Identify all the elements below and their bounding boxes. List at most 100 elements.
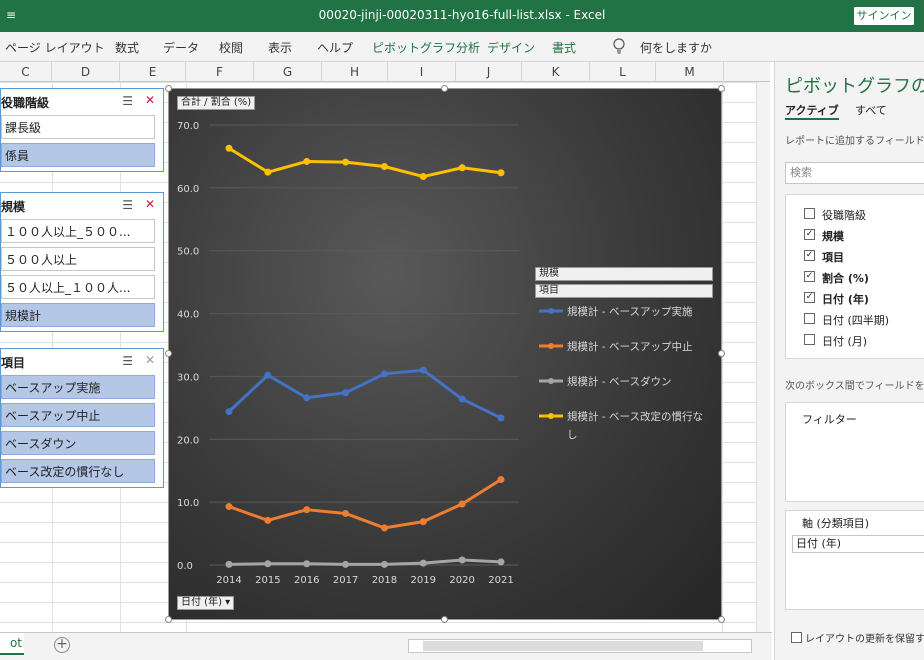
vertical-scrollbar[interactable]	[756, 82, 770, 632]
checkbox[interactable]	[804, 208, 815, 219]
column-header-l[interactable]: L	[590, 62, 656, 82]
column-header-f[interactable]: F	[186, 62, 254, 82]
data-point[interactable]	[458, 500, 466, 508]
slicer-item[interactable]: ベースアップ実施	[1, 375, 155, 399]
data-point[interactable]	[419, 173, 427, 181]
column-header-g[interactable]: G	[254, 62, 322, 82]
resize-handle[interactable]	[718, 350, 725, 357]
slicer-item[interactable]: ベースダウン	[1, 431, 155, 455]
tab-formulas[interactable]: 数式	[115, 39, 139, 56]
data-point[interactable]	[380, 370, 388, 378]
data-point[interactable]	[342, 509, 350, 517]
checkbox-checked[interactable]: ✓	[804, 250, 815, 261]
field-item[interactable]: 日付 (四半期)	[804, 312, 889, 328]
data-point[interactable]	[225, 408, 233, 416]
legend-field-button-scale[interactable]: 規模	[535, 267, 713, 281]
data-point[interactable]	[380, 162, 388, 170]
checkbox-checked[interactable]: ✓	[804, 292, 815, 303]
field-item[interactable]: 日付 (月)	[804, 333, 867, 349]
column-header-k[interactable]: K	[522, 62, 590, 82]
tab-page-layout[interactable]: ページ レイアウト	[5, 39, 105, 56]
multi-select-icon[interactable]: ☰	[122, 354, 133, 368]
column-header-e[interactable]: E	[120, 62, 186, 82]
data-point[interactable]	[497, 169, 505, 177]
slicer-item[interactable]: 規模計	[1, 303, 155, 327]
data-point[interactable]	[264, 516, 272, 524]
tab-format[interactable]: 書式	[552, 39, 576, 56]
multi-select-icon[interactable]: ☰	[122, 198, 133, 212]
field-search-input[interactable]: 検索	[785, 162, 924, 184]
data-point[interactable]	[497, 476, 505, 484]
data-point[interactable]	[225, 144, 233, 152]
checkbox-checked[interactable]: ✓	[804, 229, 815, 240]
slicer-item[interactable]: ベースアップ中止	[1, 403, 155, 427]
column-header-i[interactable]: I	[388, 62, 456, 82]
column-header-m[interactable]: M	[656, 62, 724, 82]
slicer-item[interactable]: ベース改定の慣行なし	[1, 459, 155, 483]
data-point[interactable]	[225, 503, 233, 511]
resize-handle[interactable]	[441, 616, 448, 623]
defer-checkbox[interactable]	[791, 632, 802, 643]
filter-area[interactable]: フィルター	[785, 402, 924, 502]
resize-handle[interactable]	[165, 616, 172, 623]
tell-me-search[interactable]: 何をしますか	[640, 39, 712, 56]
resize-handle[interactable]	[165, 350, 172, 357]
data-point[interactable]	[458, 556, 466, 564]
column-header-c[interactable]: C	[0, 62, 52, 82]
tab-data[interactable]: データ	[163, 39, 199, 56]
legend-field-button-item[interactable]: 項目	[535, 284, 713, 298]
checkbox-checked[interactable]: ✓	[804, 271, 815, 282]
data-point[interactable]	[303, 394, 311, 402]
pivot-chart[interactable]: 0.0 10.0 20.0 30.0 40.0 50.0 60.0 70.0 2014 2015 2…	[168, 88, 722, 620]
data-point[interactable]	[303, 560, 311, 568]
sheet-tab[interactable]: ot	[0, 633, 24, 655]
data-point[interactable]	[264, 371, 272, 379]
data-point[interactable]	[419, 518, 427, 526]
column-header-h[interactable]: H	[322, 62, 388, 82]
tab-view[interactable]: 表示	[268, 39, 292, 56]
data-point[interactable]	[342, 560, 350, 568]
axis-field-button[interactable]: 日付 (年) ▾	[177, 596, 235, 610]
data-point[interactable]	[342, 389, 350, 397]
checkbox[interactable]	[804, 313, 815, 324]
field-item[interactable]: ✓ 項目	[804, 249, 844, 265]
add-sheet-icon[interactable]: +	[54, 637, 70, 653]
resize-handle[interactable]	[441, 85, 448, 92]
data-point[interactable]	[419, 559, 427, 567]
value-field-button[interactable]: 合計 / 割合 (%)	[177, 96, 256, 110]
data-point[interactable]	[303, 506, 311, 514]
resize-handle[interactable]	[165, 85, 172, 92]
data-point[interactable]	[264, 168, 272, 176]
tab-design[interactable]: デザイン	[487, 39, 535, 56]
clear-filter-icon[interactable]: ✕	[145, 93, 155, 107]
data-point[interactable]	[380, 560, 388, 568]
data-point[interactable]	[342, 158, 350, 166]
axis-field-chip[interactable]: 日付 (年)	[792, 535, 924, 553]
data-point[interactable]	[380, 524, 388, 532]
checkbox[interactable]	[804, 334, 815, 345]
slicer-item[interactable]: 課長級	[1, 115, 155, 139]
tab-active-fields[interactable]: アクティブ	[785, 102, 839, 120]
slicer-item[interactable]: ５００人以上	[1, 247, 155, 271]
data-point[interactable]	[264, 560, 272, 568]
field-item[interactable]: ✓ 規模	[804, 228, 844, 244]
data-point[interactable]	[497, 414, 505, 422]
tab-all-fields[interactable]: すべて	[855, 102, 887, 118]
field-item[interactable]: ✓ 日付 (年)	[804, 291, 869, 307]
data-point[interactable]	[497, 558, 505, 566]
field-item[interactable]: 役職階級	[804, 207, 866, 223]
tab-help[interactable]: ヘルプ	[317, 39, 353, 56]
tab-pivotchart-analyze[interactable]: ピボットグラフ分析	[372, 39, 480, 56]
data-point[interactable]	[458, 395, 466, 403]
scroll-thumb[interactable]	[423, 641, 703, 651]
tab-review[interactable]: 校閲	[219, 39, 243, 56]
axis-area[interactable]: 軸 (分類項目) 日付 (年)	[785, 510, 924, 610]
clear-filter-icon[interactable]: ✕	[145, 353, 155, 367]
data-point[interactable]	[303, 157, 311, 165]
data-point[interactable]	[225, 560, 233, 568]
slicer-item[interactable]: 係員	[1, 143, 155, 167]
data-point[interactable]	[458, 164, 466, 172]
data-point[interactable]	[419, 366, 427, 374]
slicer-item[interactable]: ５０人以上_１００人...	[1, 275, 155, 299]
slicer-item[interactable]: １００人以上_５００...	[1, 219, 155, 243]
